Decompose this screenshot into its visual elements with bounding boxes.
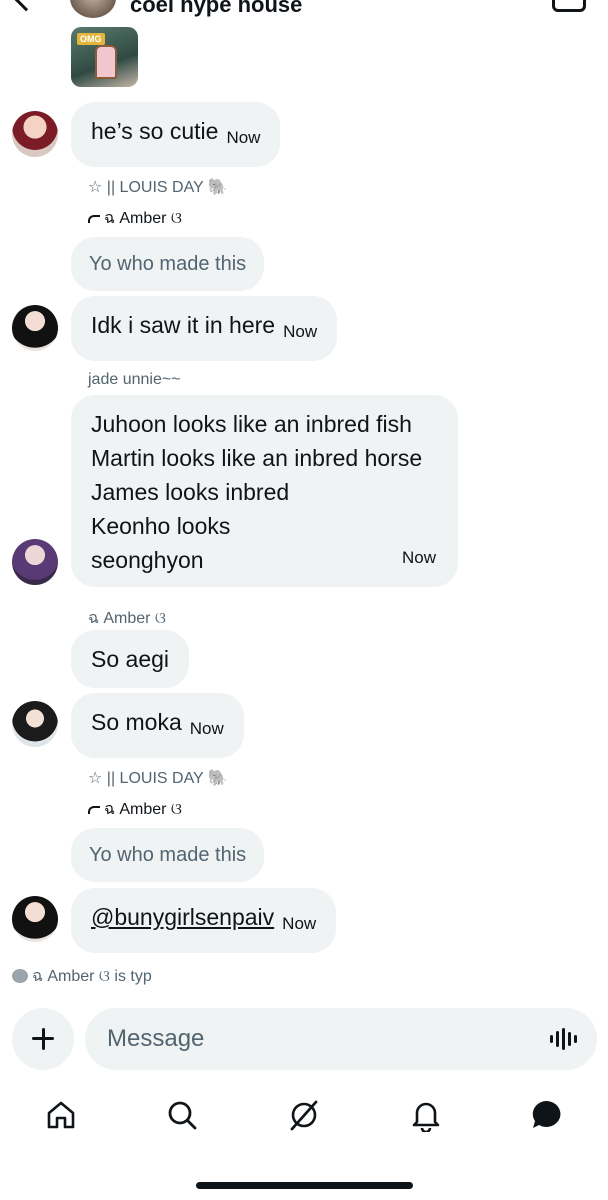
message-time: Now <box>401 548 436 567</box>
thumbnail-figure <box>95 45 117 79</box>
avatar[interactable] <box>12 701 58 747</box>
message-text: So aegi <box>91 646 170 672</box>
conversation-title[interactable]: coel hype house <box>130 0 302 18</box>
reply-arrow-icon <box>88 806 100 814</box>
quoted-message-bubble[interactable]: Yo who made this <box>71 828 265 882</box>
sender-name: jade unnie~~ <box>88 371 181 388</box>
conversation-header: coel hype house <box>0 0 608 18</box>
message-bubble[interactable]: So moka Now <box>71 693 244 758</box>
message-line: James looks inbred <box>91 479 290 505</box>
reply-to-name: ฉ Amber ଓ <box>104 210 182 227</box>
back-icon[interactable] <box>14 0 38 12</box>
sender-name: ☆ || LOUIS DAY 🐘 <box>88 179 228 196</box>
messages-icon[interactable] <box>530 1098 564 1132</box>
message-line: seonghyon <box>91 547 204 573</box>
typing-text: ฉ Amber ଓ is typ <box>32 968 152 985</box>
typing-avatar <box>12 969 28 983</box>
add-attachment-button[interactable] <box>12 1008 74 1070</box>
reply-arrow-icon <box>88 215 100 223</box>
message-text: Idk i saw it in here <box>91 312 276 338</box>
message-line: Martin looks like an inbred horse <box>91 445 423 471</box>
home-indicator <box>196 1182 413 1189</box>
avatar[interactable] <box>12 896 58 942</box>
quoted-text: Yo who made this <box>89 253 247 275</box>
message-time: Now <box>283 322 318 341</box>
typing-indicator: ฉ Amber ଓ is typ <box>12 964 162 989</box>
quoted-message-bubble[interactable]: Yo who made this <box>71 237 265 291</box>
thumbnail-tag: OMG <box>77 33 105 45</box>
image-attachment[interactable]: OMG <box>71 27 138 87</box>
message-bubble[interactable]: Juhoon looks like an inbred fish Martin … <box>71 395 458 587</box>
message-line: Keonho looks <box>91 513 231 539</box>
message-line: Juhoon looks like an inbred fish <box>91 411 412 437</box>
group-avatar[interactable] <box>70 0 116 18</box>
message-bubble[interactable]: So aegi <box>71 630 190 688</box>
grok-icon[interactable] <box>287 1098 321 1132</box>
sender-name: ฉ Amber ଓ <box>88 610 166 627</box>
video-call-icon[interactable] <box>552 0 586 12</box>
mention-link[interactable]: @bunygirlsenpaiv <box>91 904 274 930</box>
notifications-icon[interactable] <box>409 1098 443 1134</box>
reply-reference: ฉ Amber ଓ <box>88 206 182 231</box>
avatar[interactable] <box>12 111 58 157</box>
message-time: Now <box>282 914 317 933</box>
message-time: Now <box>226 128 261 147</box>
message-composer <box>0 1008 608 1072</box>
avatar[interactable] <box>12 305 58 351</box>
home-icon[interactable] <box>44 1098 78 1132</box>
message-text: So moka <box>91 709 182 735</box>
message-bubble[interactable]: he’s so cutie Now <box>71 102 281 167</box>
avatar[interactable] <box>12 539 58 585</box>
search-icon[interactable] <box>165 1098 199 1132</box>
bottom-tab-bar <box>0 1092 608 1142</box>
sender-name: ☆ || LOUIS DAY 🐘 <box>88 770 228 787</box>
message-bubble[interactable]: Idk i saw it in here Now <box>71 296 338 361</box>
message-bubble[interactable]: @bunygirlsenpaiv Now <box>71 888 337 953</box>
message-input[interactable] <box>85 1008 597 1070</box>
quoted-text: Yo who made this <box>89 844 247 866</box>
reply-to-name: ฉ Amber ଓ <box>104 801 182 818</box>
reply-reference: ฉ Amber ଓ <box>88 797 182 822</box>
message-text: he’s so cutie <box>91 118 219 144</box>
voice-message-icon[interactable] <box>550 1028 578 1050</box>
message-time: Now <box>189 719 224 738</box>
